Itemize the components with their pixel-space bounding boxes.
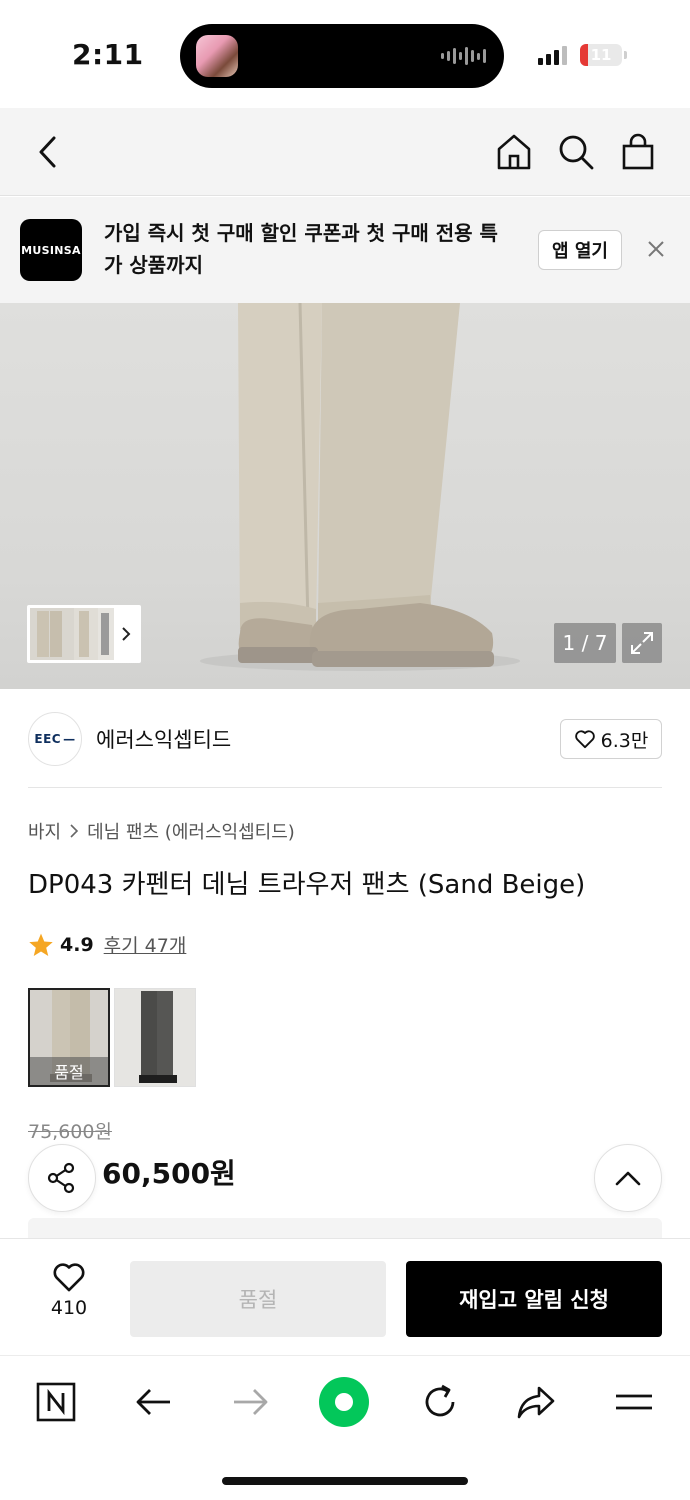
soldout-button: 품절	[130, 1261, 386, 1337]
breadcrumb-subcategory[interactable]: 데님 팬츠 (에러스익셉티드)	[87, 818, 295, 844]
share-arrow-icon	[517, 1386, 555, 1419]
soldout-label: 품절	[30, 1057, 108, 1085]
wishlist-button[interactable]: 410	[38, 1261, 100, 1337]
image-counter: 1 / 7	[554, 623, 616, 663]
banner-close-button[interactable]	[644, 237, 668, 261]
info-box	[28, 1218, 662, 1240]
color-options: 품절	[28, 988, 196, 1087]
musinsa-logo: MUSINSA	[20, 219, 82, 281]
promo-text: 가입 즉시 첫 구매 할인 쿠폰과 첫 구매 전용 특가 상품까지	[104, 221, 498, 277]
sale-price: 60,500원	[102, 1157, 236, 1190]
chevron-up-icon	[615, 1171, 641, 1186]
breadcrumb: 바지 데님 팬츠 (에러스익셉티드)	[28, 818, 295, 844]
shopping-bag-icon	[622, 133, 654, 170]
search-button[interactable]	[554, 130, 598, 174]
battery-percent: 11	[590, 46, 612, 64]
app-header	[0, 108, 690, 196]
wishlist-count: 410	[50, 1297, 88, 1319]
review-link[interactable]: 후기 47개	[104, 931, 187, 958]
refresh-icon	[425, 1384, 455, 1417]
battery-icon: 11	[580, 44, 622, 66]
thumbnail-strip[interactable]	[27, 605, 141, 663]
search-icon	[559, 135, 594, 170]
status-time: 2:11	[72, 38, 144, 71]
back-arrow-icon	[136, 1389, 170, 1415]
forward-arrow-icon	[234, 1389, 268, 1415]
heart-icon	[574, 730, 595, 749]
share-page-button[interactable]	[510, 1376, 562, 1428]
original-price: 75,600원	[28, 1121, 112, 1143]
home-icon	[497, 134, 531, 170]
brand-logo-mark: —	[63, 732, 76, 746]
brand-logo[interactable]: EEC —	[28, 712, 82, 766]
cellular-signal-icon	[538, 46, 567, 65]
expand-image-button[interactable]	[622, 623, 662, 663]
naver-home-button[interactable]	[30, 1376, 82, 1428]
back-button[interactable]	[26, 130, 70, 174]
rating-row: 4.9 후기 47개	[28, 931, 186, 958]
color-option-charcoal[interactable]	[114, 988, 196, 1087]
product-title: DP043 카펜터 데님 트라우저 팬츠 (Sand Beige)	[28, 870, 586, 900]
close-icon	[648, 241, 664, 257]
now-playing-artwork	[196, 35, 238, 77]
open-app-button[interactable]: 앱 열기	[538, 230, 622, 270]
home-button[interactable]	[492, 130, 536, 174]
home-indicator[interactable]	[222, 1477, 468, 1485]
color-option-image	[115, 989, 195, 1086]
star-icon	[29, 933, 53, 956]
status-bar: 2:11 11	[0, 0, 690, 108]
chevron-right-icon	[70, 824, 79, 838]
share-button[interactable]	[28, 1144, 96, 1212]
scroll-top-button[interactable]	[594, 1144, 662, 1212]
green-dot-button[interactable]	[318, 1376, 370, 1428]
heart-icon	[53, 1263, 85, 1292]
refresh-button[interactable]	[414, 1376, 466, 1428]
product-image-carousel[interactable]: 1 / 7	[0, 303, 690, 689]
brand-logo-text: EEC	[34, 732, 62, 746]
browser-forward-button[interactable]	[224, 1376, 276, 1428]
rating-score: 4.9	[60, 933, 94, 956]
brand-like-count: 6.3만	[600, 729, 649, 752]
menu-icon	[616, 1394, 652, 1410]
expand-icon	[631, 632, 653, 654]
purchase-bar: 410 품절 재입고 알림 신청	[0, 1238, 690, 1354]
audio-wave-icon	[441, 46, 486, 66]
menu-button[interactable]	[608, 1376, 660, 1428]
app-promo-banner: MUSINSA 가입 즉시 첫 구매 할인 쿠폰과 첫 구매 전용 특가 상품까…	[0, 197, 690, 303]
back-chevron-icon	[39, 136, 56, 168]
restock-alert-button[interactable]: 재입고 알림 신청	[406, 1261, 662, 1337]
green-dot-icon	[319, 1377, 369, 1427]
battery-cap	[624, 51, 627, 59]
thumbnail-preview	[30, 608, 131, 660]
share-icon	[47, 1162, 75, 1194]
naver-n-icon	[36, 1382, 76, 1422]
breadcrumb-category[interactable]: 바지	[28, 818, 61, 844]
brand-row[interactable]: EEC — 에러스익셉티드 6.3만	[28, 712, 662, 788]
browser-back-button[interactable]	[128, 1376, 180, 1428]
cart-button[interactable]	[616, 130, 660, 174]
color-option-sand-beige[interactable]: 품절	[28, 988, 110, 1087]
dynamic-island[interactable]	[180, 24, 504, 88]
brand-like-button[interactable]: 6.3만	[560, 719, 662, 759]
brand-name[interactable]: 에러스익셉티드	[96, 724, 231, 754]
